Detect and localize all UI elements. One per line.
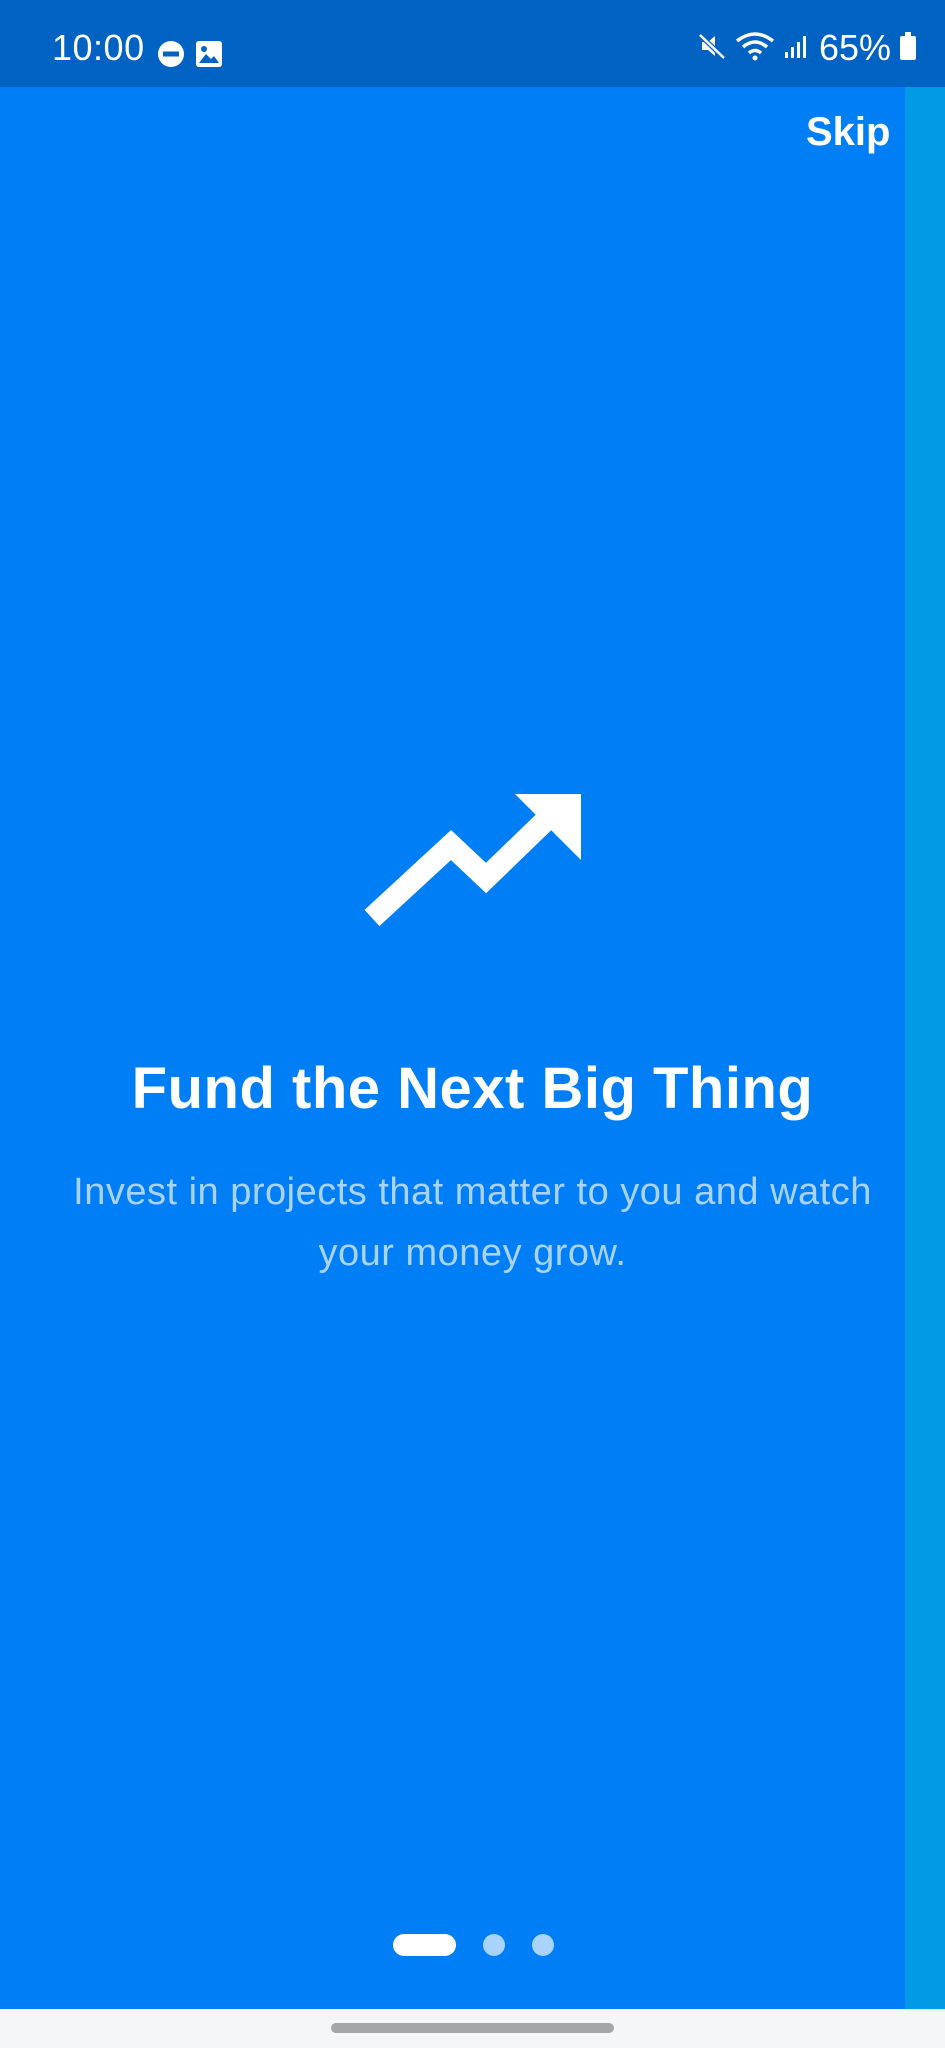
- page-indicator: [393, 1934, 554, 1956]
- status-right: 65%: [697, 30, 917, 66]
- do-not-disturb-icon: [157, 40, 185, 73]
- onboarding-title: Fund the Next Big Thing: [131, 1056, 814, 1121]
- wifi-icon: [735, 31, 775, 66]
- gesture-handle[interactable]: [331, 2023, 614, 2033]
- signal-icon: [783, 32, 811, 65]
- trending-up-icon: [360, 790, 585, 930]
- page-dot[interactable]: [532, 1934, 554, 1956]
- next-page-peek: [905, 87, 945, 2009]
- navigation-bar: [0, 2009, 945, 2048]
- gallery-icon: [195, 40, 223, 73]
- battery-percentage: 65%: [818, 27, 891, 68]
- battery-icon: [899, 31, 917, 66]
- page-dot-active[interactable]: [393, 1934, 456, 1956]
- skip-button[interactable]: Skip: [806, 110, 890, 155]
- page-dot[interactable]: [483, 1934, 505, 1956]
- status-left-icons: [157, 40, 223, 73]
- status-bar: 10:00 65%: [0, 0, 945, 87]
- status-time: 10:00: [52, 27, 145, 68]
- mute-icon: [697, 31, 727, 66]
- onboarding-description: Invest in projects that matter to you an…: [73, 1171, 872, 1274]
- onboarding-screen: 10:00 65% Skip Fund the Next Big Thing I…: [0, 0, 945, 2048]
